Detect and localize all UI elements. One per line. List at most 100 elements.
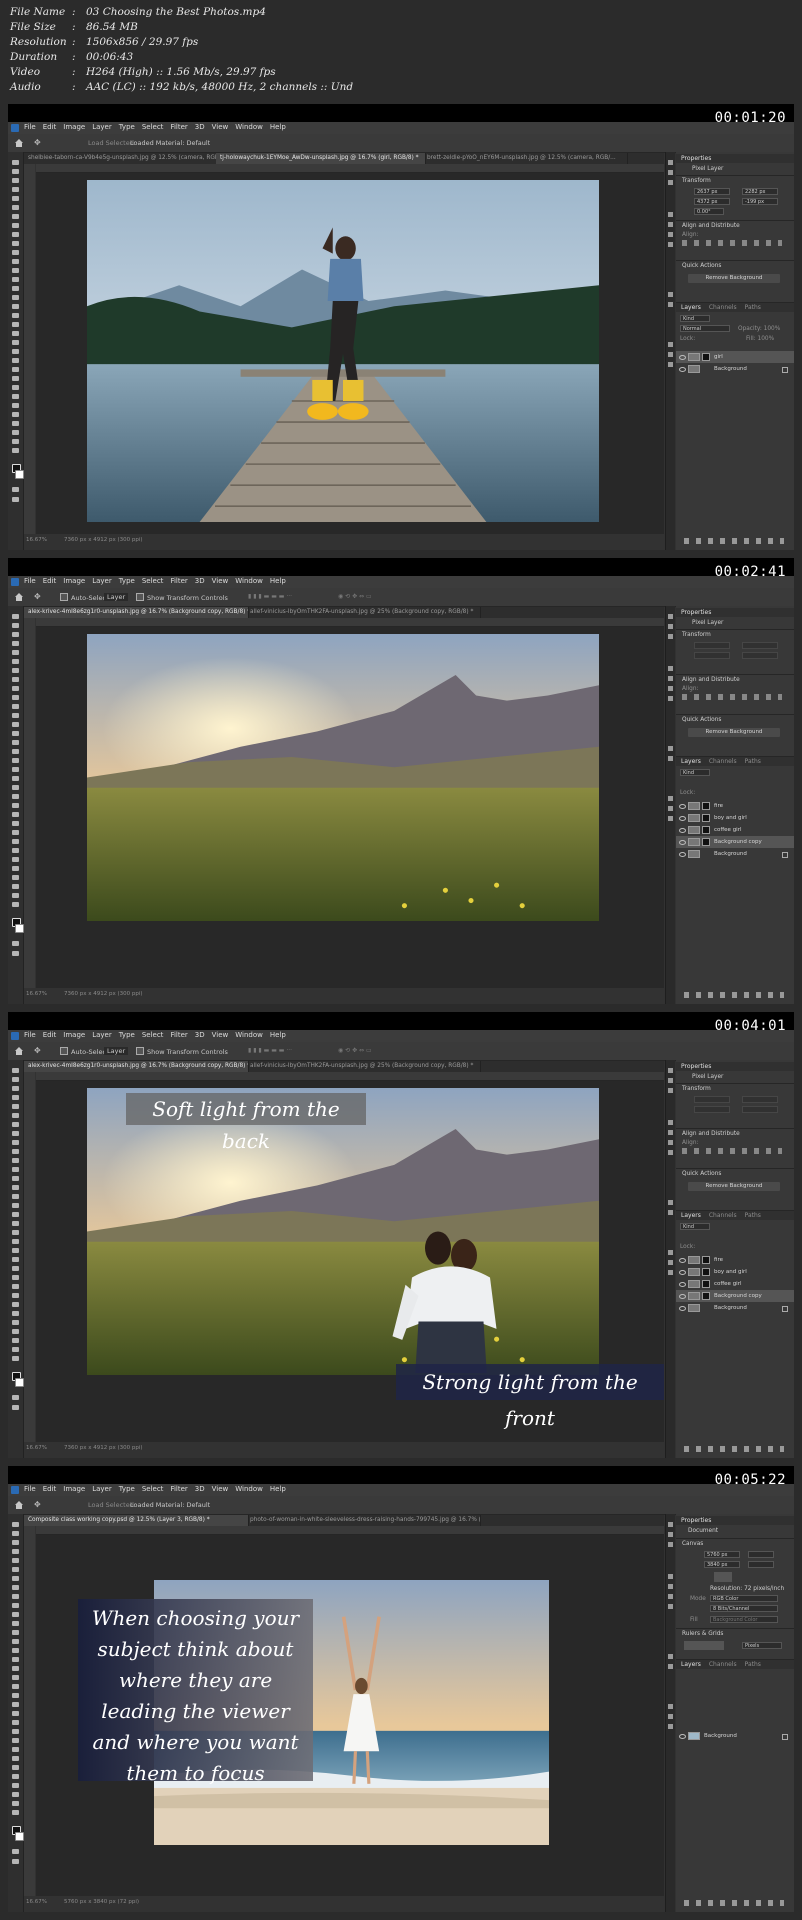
align-icons[interactable]: ▮ ▮ ▮ ▬ ▬ ▬ ··· [248, 593, 292, 600]
tool-icon[interactable] [12, 1675, 19, 1680]
properties-panel-header[interactable]: Properties [676, 1062, 794, 1071]
canvas-height-field[interactable]: 3840 px [704, 1561, 740, 1568]
visibility-eye-icon[interactable] [679, 852, 686, 857]
remove-background-button[interactable]: Remove Background [688, 1182, 780, 1191]
tool-icon[interactable] [12, 1531, 19, 1536]
panel-icon[interactable] [668, 1714, 673, 1719]
layers-panel-tab[interactable]: Paths [745, 304, 761, 311]
remove-background-button[interactable]: Remove Background [688, 274, 780, 283]
tool-icon[interactable] [12, 322, 19, 327]
layer-actions-icons[interactable] [684, 992, 784, 998]
visibility-eye-icon[interactable] [679, 367, 686, 372]
tool-icon[interactable] [12, 349, 19, 354]
menu-item[interactable]: Type [119, 577, 135, 585]
tool-icon[interactable] [12, 268, 19, 273]
document-tab[interactable]: alex-krivec-4mI8e6zg1r0-unsplash.jpg @ 1… [24, 607, 249, 618]
layer-row[interactable]: boy and girl [676, 812, 794, 824]
properties-tab[interactable]: Properties [681, 1517, 711, 1524]
tool-icon[interactable] [12, 821, 19, 826]
menu-item[interactable]: Help [270, 577, 286, 585]
panel-icon[interactable] [668, 1704, 673, 1709]
kind-filter-select[interactable]: Kind [680, 315, 710, 322]
visibility-eye-icon[interactable] [679, 1270, 686, 1275]
home-icon[interactable] [14, 1046, 24, 1056]
properties-tab[interactable]: Properties [681, 609, 711, 616]
layer-actions-icons[interactable] [684, 1446, 784, 1452]
panel-icon[interactable] [668, 696, 673, 701]
menu-item[interactable]: Select [142, 123, 164, 131]
width-field[interactable] [694, 1096, 730, 1103]
tool-icon[interactable] [12, 448, 19, 453]
properties-panel-header[interactable]: Properties [676, 154, 794, 163]
document-tab[interactable]: photo-of-woman-in-white-sleeveless-dress… [246, 1515, 481, 1526]
tool-icon[interactable] [12, 241, 19, 246]
tool-icon[interactable] [12, 1293, 19, 1298]
tool-icon[interactable] [12, 713, 19, 718]
panel-icon[interactable] [668, 676, 673, 681]
tool-icon[interactable] [12, 430, 19, 435]
visibility-eye-icon[interactable] [679, 816, 686, 821]
tool-icon[interactable] [12, 358, 19, 363]
menu-item[interactable]: Help [270, 1031, 286, 1039]
y-field[interactable] [742, 652, 778, 659]
tool-icon[interactable] [12, 1176, 19, 1181]
tool-icon[interactable] [12, 794, 19, 799]
menu-item[interactable]: Image [63, 1031, 85, 1039]
panel-icon[interactable] [668, 302, 673, 307]
tool-icon[interactable] [12, 695, 19, 700]
visibility-eye-icon[interactable] [679, 1282, 686, 1287]
tool-icon[interactable] [12, 740, 19, 745]
visibility-eye-icon[interactable] [679, 1306, 686, 1311]
couple-layer[interactable] [386, 1226, 516, 1373]
tool-icon[interactable] [12, 367, 19, 372]
tool-icon[interactable] [12, 632, 19, 637]
tool-icon[interactable] [12, 686, 19, 691]
layers-panel-tab[interactable]: Layers [681, 1661, 701, 1668]
tool-icon[interactable] [12, 1558, 19, 1563]
document-tab[interactable]: brett-zeldie-pYoO_nEY6M-unsplash.jpg @ 1… [423, 153, 628, 164]
menu-item[interactable]: Layer [92, 1485, 112, 1493]
tool-icon[interactable] [12, 893, 19, 898]
tool-icon[interactable] [12, 830, 19, 835]
y-field[interactable] [742, 1106, 778, 1113]
tool-icon[interactable] [12, 313, 19, 318]
align-buttons[interactable] [682, 240, 782, 246]
tool-icon[interactable] [12, 1329, 19, 1334]
panel-icon[interactable] [668, 1250, 673, 1255]
panel-icon[interactable] [668, 242, 673, 247]
panel-icon[interactable] [668, 1574, 673, 1579]
tool-icon[interactable] [12, 1711, 19, 1716]
fill-select[interactable]: Background Color [710, 1616, 778, 1623]
menu-item[interactable]: Edit [43, 1485, 57, 1493]
tool-icon[interactable] [12, 731, 19, 736]
panel-icon[interactable] [668, 1078, 673, 1083]
tool-icon[interactable] [12, 1257, 19, 1262]
layer-row[interactable]: fire [676, 800, 794, 812]
panel-icon[interactable] [668, 1532, 673, 1537]
document-tab[interactable]: tj-holowaychuk-1EYMoe_AwDw-unsplash.jpg … [216, 153, 426, 164]
tool-icon[interactable] [12, 1068, 19, 1073]
visibility-eye-icon[interactable] [679, 828, 686, 833]
menu-item[interactable]: Help [270, 1485, 286, 1493]
background-color-swatch[interactable] [15, 924, 24, 933]
panel-icon[interactable] [668, 1120, 673, 1125]
tool-icon[interactable] [12, 1347, 19, 1352]
align-icons[interactable]: ▮ ▮ ▮ ▬ ▬ ▬ ··· [248, 1047, 292, 1054]
visibility-eye-icon[interactable] [679, 840, 686, 845]
visibility-eye-icon[interactable] [679, 1734, 686, 1739]
height-field[interactable] [694, 1106, 730, 1113]
properties-panel-header[interactable]: Properties [676, 1516, 794, 1525]
properties-tab[interactable]: Properties [681, 1063, 711, 1070]
screen-mode-icon[interactable] [12, 1859, 19, 1864]
document-canvas[interactable] [87, 1088, 599, 1375]
menu-item[interactable]: View [212, 577, 229, 585]
3d-mode-icons[interactable]: ◉ ⟲ ✥ ⇔ ▭ [338, 1047, 372, 1054]
home-icon[interactable] [14, 138, 24, 148]
menu-item[interactable]: Type [119, 1031, 135, 1039]
layer-row[interactable]: coffee girl [676, 824, 794, 836]
panel-icon[interactable] [668, 170, 673, 175]
panel-icon[interactable] [668, 1150, 673, 1155]
remove-background-button[interactable]: Remove Background [688, 728, 780, 737]
panel-icon[interactable] [668, 1654, 673, 1659]
tool-icon[interactable] [12, 1783, 19, 1788]
